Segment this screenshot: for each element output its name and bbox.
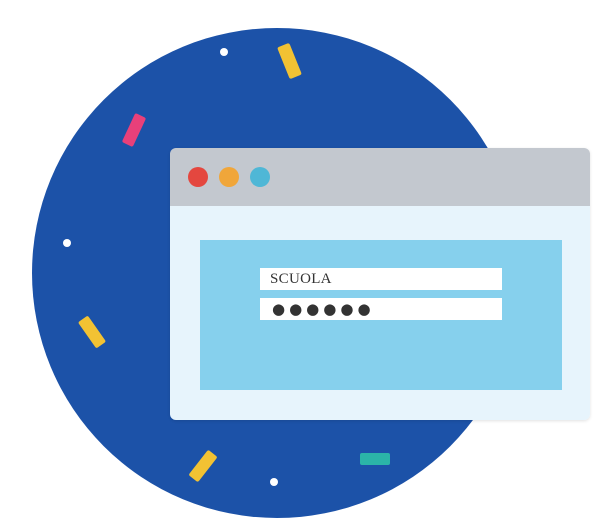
browser-window — [170, 148, 590, 420]
login-panel — [200, 240, 562, 390]
zoom-dot[interactable] — [250, 167, 270, 187]
window-titlebar — [170, 148, 590, 206]
username-field[interactable] — [260, 268, 502, 290]
confetti-teal-bottom — [360, 453, 390, 465]
sparkle-dot-top — [220, 48, 228, 56]
sparkle-dot-bottom — [270, 478, 278, 486]
close-dot[interactable] — [188, 167, 208, 187]
password-field[interactable] — [260, 298, 502, 320]
window-body — [170, 206, 590, 420]
minimize-dot[interactable] — [219, 167, 239, 187]
sparkle-dot-left — [63, 239, 71, 247]
login-illustration — [0, 0, 596, 523]
